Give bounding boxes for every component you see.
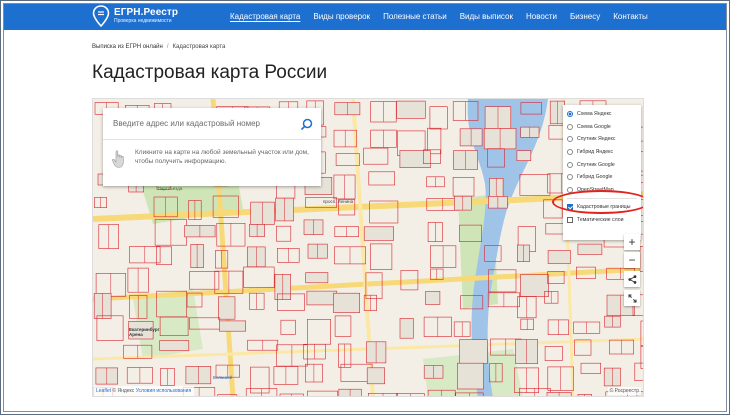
radio-button[interactable]	[567, 123, 573, 130]
cadastral-parcel[interactable]	[577, 243, 603, 255]
layer-openstreetmap[interactable]: OpenStreetMap	[567, 184, 637, 197]
cadastral-parcel[interactable]	[425, 291, 441, 305]
cadastral-parcel[interactable]	[363, 226, 395, 241]
site-header: ЕГРН.Реестр Проверка недвижимости Кадаст…	[4, 4, 726, 30]
map-attribution: Leaflet © Яндекс Условия использования	[93, 386, 195, 396]
cadastral-parcel[interactable]	[516, 150, 532, 162]
layer-google-satellite[interactable]: Спутник Google	[567, 158, 637, 171]
layer-label: Гибрид Google	[577, 174, 613, 181]
cadastral-parcel[interactable]	[547, 250, 571, 264]
fullscreen-button[interactable]	[624, 290, 640, 306]
breadcrumb-separator: /	[166, 44, 169, 50]
cadastral-parcel[interactable]	[305, 272, 329, 284]
cadastral-map[interactable]: парк ХХII Партсъезда Екатеринбург Арена …	[92, 98, 644, 397]
nav-cadastral-map[interactable]: Кадастровая карта	[230, 12, 300, 22]
nav-check-types[interactable]: Виды проверок	[313, 12, 370, 22]
checkbox[interactable]	[567, 204, 573, 211]
overlay-label: Кадастровые границы	[577, 204, 631, 211]
map-hint: Кликните на карте на любой земельный уча…	[111, 148, 315, 169]
layer-label: Спутник Яндекс	[577, 136, 616, 143]
hand-pointer-icon	[112, 150, 124, 168]
layer-label: OpenStreetMap	[577, 186, 614, 193]
breadcrumb-home-link[interactable]: Выписка из ЕГРН онлайн	[92, 44, 163, 50]
cadastral-parcel[interactable]	[459, 339, 488, 364]
nav-articles[interactable]: Полезные статьи	[383, 12, 447, 22]
main-nav: Кадастровая карта Виды проверок Полезные…	[230, 4, 661, 30]
layer-yandex-hybrid[interactable]: Гибрид Яндекс	[567, 146, 637, 159]
layers-panel: Схема Яндекс Схема Google Спутник Яндекс…	[563, 105, 641, 240]
page-title: Кадастровая карта России	[92, 62, 328, 83]
checkbox[interactable]	[567, 217, 573, 224]
layer-yandex-satellite[interactable]: Спутник Яндекс	[567, 133, 637, 146]
nav-contacts[interactable]: Контакты	[613, 12, 648, 22]
layer-google-hybrid[interactable]: Гибрид Google	[567, 171, 637, 184]
radio-button[interactable]	[567, 174, 573, 181]
cadastral-parcel[interactable]	[159, 340, 190, 351]
hint-text: Кликните на карте на любой земельный уча…	[135, 149, 309, 165]
search-input[interactable]	[103, 108, 321, 140]
cadastral-parcel[interactable]	[333, 292, 361, 313]
radio-button[interactable]	[567, 149, 573, 156]
cadastral-parcel[interactable]	[306, 290, 338, 306]
layer-separator	[567, 198, 637, 200]
logo-title: ЕГРН.Реестр	[114, 7, 179, 18]
overlay-thematic-layers[interactable]: Тематические слои	[567, 214, 637, 227]
layer-yandex-scheme[interactable]: Схема Яндекс	[567, 108, 637, 121]
layer-label: Спутник Google	[577, 161, 615, 168]
fullscreen-icon	[628, 294, 636, 302]
cadastral-parcel[interactable]	[456, 362, 484, 390]
map-label-arena: Екатеринбург Арена	[129, 327, 160, 337]
search-panel: Кликните на карте на любой земельный уча…	[103, 108, 321, 186]
radio-button[interactable]	[567, 136, 573, 143]
breadcrumb: Выписка из ЕГРН онлайн / Кадастровая карта	[92, 44, 225, 50]
layer-google-scheme[interactable]: Схема Google	[567, 121, 637, 134]
site-logo[interactable]: ЕГРН.Реестр Проверка недвижимости	[92, 5, 178, 27]
cadastral-parcel[interactable]	[366, 367, 386, 385]
cadastral-parcel[interactable]	[219, 320, 247, 332]
breadcrumb-current: Кадастровая карта	[172, 44, 226, 50]
search-icon[interactable]	[300, 118, 313, 131]
nav-business[interactable]: Бизнесу	[570, 12, 600, 22]
nav-extract-types[interactable]: Виды выписок	[460, 12, 513, 22]
cadastral-parcel[interactable]	[396, 100, 426, 119]
overlay-cadastral-borders[interactable]: Кадастровые границы	[567, 201, 637, 214]
share-button[interactable]	[624, 271, 640, 287]
map-label-bolshoy: Большой	[213, 375, 232, 380]
radio-button[interactable]	[567, 111, 573, 118]
cadastral-parcel[interactable]	[639, 246, 644, 272]
radio-button[interactable]	[567, 186, 573, 193]
terms-link[interactable]: Условия использования	[136, 388, 192, 394]
nav-news[interactable]: Новости	[526, 12, 557, 22]
zoom-out-button[interactable]: −	[624, 252, 640, 268]
map-label-street: просп. Ленина	[323, 199, 354, 204]
radio-button[interactable]	[567, 161, 573, 168]
layer-label: Гибрид Яндекс	[577, 149, 614, 156]
overlay-label: Тематические слои	[577, 217, 624, 224]
cadastral-parcel[interactable]	[399, 318, 414, 339]
leaflet-link[interactable]: Leaflet	[96, 388, 111, 394]
yandex-attribution: © Яндекс	[112, 388, 135, 394]
map-attribution-right: © Росреестр	[607, 387, 641, 395]
logo-subtitle: Проверка недвижимости	[114, 18, 172, 24]
layer-label: Схема Яндекс	[577, 111, 612, 118]
cadastral-parcel[interactable]	[218, 296, 236, 320]
share-icon	[627, 274, 636, 284]
layer-label: Схема Google	[577, 123, 611, 130]
zoom-in-button[interactable]: +	[624, 234, 640, 250]
cadastral-parcel[interactable]	[399, 150, 431, 169]
map-pin-icon	[92, 5, 110, 27]
